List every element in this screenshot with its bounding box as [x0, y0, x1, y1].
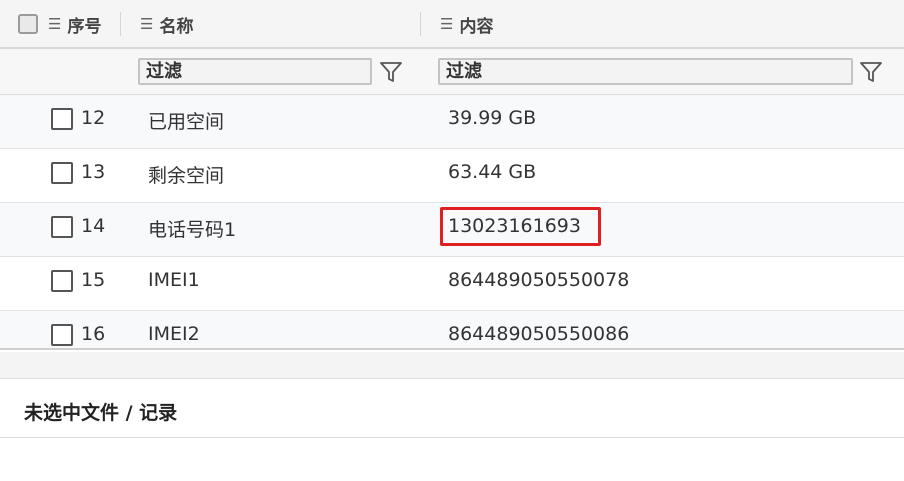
select-all-checkbox[interactable] — [18, 14, 38, 34]
row-checkbox[interactable] — [51, 216, 73, 238]
header-content-label: 内容 — [459, 16, 494, 37]
header-index[interactable]: ☰ 序号 — [18, 0, 101, 48]
header-index-label: 序号 — [67, 16, 102, 37]
row-content: 864489050550086 — [448, 323, 630, 345]
table-row[interactable]: 15 IMEI1 864489050550078 — [0, 257, 904, 311]
column-list-icon: ☰ — [140, 15, 154, 33]
row-name: IMEI2 — [148, 323, 200, 345]
selection-status: 未选中文件 / 记录 — [24, 402, 178, 424]
table-row[interactable]: 13 剩余空间 63.44 GB — [0, 149, 904, 203]
row-index: 14 — [81, 215, 106, 237]
row-name: IMEI1 — [148, 269, 200, 291]
content-filter-input[interactable]: 过滤 — [438, 58, 853, 85]
row-content: 39.99 GB — [448, 107, 537, 129]
row-index: 16 — [81, 323, 106, 345]
filter-row: 过滤 过滤 — [0, 49, 904, 95]
column-divider[interactable] — [420, 12, 421, 36]
column-divider[interactable] — [120, 12, 121, 36]
row-content: 63.44 GB — [448, 161, 537, 183]
table-row[interactable]: 16 IMEI2 864489050550086 — [0, 311, 904, 348]
row-name: 电话号码1 — [148, 219, 237, 241]
filter-icon[interactable] — [378, 59, 404, 85]
filter-icon[interactable] — [858, 59, 884, 85]
column-list-icon: ☰ — [48, 15, 62, 33]
row-checkbox[interactable] — [51, 162, 73, 184]
row-checkbox[interactable] — [51, 324, 73, 346]
header-name-label: 名称 — [159, 16, 194, 37]
row-name: 已用空间 — [148, 111, 225, 133]
name-filter-input[interactable]: 过滤 — [138, 58, 372, 85]
header-name[interactable]: ☰ 名称 — [140, 0, 193, 48]
status-bar: 未选中文件 / 记录 — [0, 380, 904, 438]
row-content: 864489050550078 — [448, 269, 630, 291]
highlight-box — [440, 207, 601, 246]
table-row[interactable]: 12 已用空间 39.99 GB — [0, 95, 904, 149]
row-index: 12 — [81, 107, 106, 129]
row-index: 15 — [81, 269, 106, 291]
grid-header: ☰ 序号 ☰ 名称 ☰ 内容 — [0, 0, 904, 49]
row-index: 13 — [81, 161, 106, 183]
row-checkbox[interactable] — [51, 270, 73, 292]
column-list-icon: ☰ — [440, 15, 454, 33]
row-checkbox[interactable] — [51, 108, 73, 130]
data-grid: ☰ 序号 ☰ 名称 ☰ 内容 过滤 过滤 12 已用空间 39.99 GB 13… — [0, 0, 904, 350]
header-content[interactable]: ☰ 内容 — [440, 0, 493, 48]
panel-divider — [0, 352, 904, 379]
row-name: 剩余空间 — [148, 165, 225, 187]
